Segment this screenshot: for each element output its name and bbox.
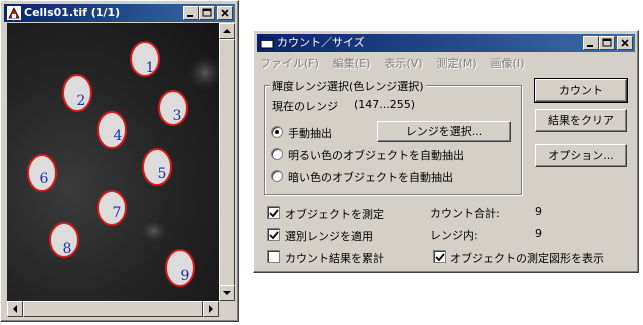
checkmark-icon [435,253,445,262]
arrow-left-icon [13,305,17,313]
cell-label-8: 8 [62,241,72,257]
menu-bar: ファイル(F) 編集(E) 表示(V) 測定(M) 画像(I) [260,55,524,73]
cell-label-9: 9 [180,268,190,284]
checkbox-apply-range-label[interactable]: 選別レンジを適用 [285,228,373,244]
arrow-down-icon [223,291,231,295]
clear-results-button[interactable]: 結果をクリア [535,109,627,132]
checkbox-show-outlines-label[interactable]: オブジェクトの測定図形を表示 [450,250,604,266]
close-button[interactable] [217,6,233,20]
minimize-button[interactable] [183,6,199,20]
menu-image[interactable]: 画像(I) [491,55,525,73]
select-range-button[interactable]: レンジを選択... [377,121,511,142]
checkbox-show-outlines[interactable] [433,250,446,263]
cell-image [27,41,219,287]
minimize-icon [187,15,193,17]
cell-image-canvas[interactable]: 1 2 3 4 5 6 7 8 9 [7,23,219,301]
options-button[interactable]: オプション... [535,144,627,167]
current-range-value: (147...255) [354,98,416,111]
minimize-icon [587,45,593,47]
minimize-button[interactable] [583,36,599,50]
window-icon [260,37,274,49]
horizontal-scrollbar[interactable] [7,301,219,317]
count-window-title: カウント／サイズ [277,36,365,49]
options-button-label: オプション... [548,149,614,162]
menu-view[interactable]: 表示(V) [384,55,422,73]
cell-label-7: 7 [112,205,122,221]
total-count-label: カウント合計: [430,207,500,220]
count-size-window: カウント／サイズ ファイル(F) 編集(E) 表示(V) 測定(M) 画像(I)… [253,30,639,273]
checkbox-apply-range[interactable] [267,228,280,241]
maximize-icon [202,8,212,17]
select-range-button-label: レンジを選択... [405,125,483,138]
radio-auto-bright[interactable] [271,148,283,160]
arrow-up-icon [223,29,231,33]
maximize-button[interactable] [599,36,615,50]
close-button[interactable] [617,36,633,50]
cell-label-4: 4 [113,128,123,144]
checkmark-icon [269,209,279,218]
cell-label-6: 6 [39,171,49,187]
arrow-right-icon [209,305,213,313]
clear-results-button-label: 結果をクリア [548,114,614,127]
checkbox-accumulate[interactable] [267,250,280,263]
cell-label-5: 5 [157,166,167,182]
checkbox-accumulate-label[interactable]: カウント結果を累計 [285,250,384,266]
count-button-label: カウント [559,84,603,97]
radio-manual[interactable] [271,126,283,138]
cell-label-3: 3 [172,108,182,124]
checkmark-icon [269,231,279,240]
radio-auto-bright-label[interactable]: 明るい色のオブジェクトを自動抽出 [288,147,464,163]
in-range-label: レンジ内: [430,229,478,242]
vertical-scrollbar[interactable] [219,23,235,301]
radio-auto-dark[interactable] [271,170,283,182]
menu-file[interactable]: ファイル(F) [260,55,319,73]
app-icon [7,6,21,20]
count-button[interactable]: カウント [534,78,628,103]
menu-edit[interactable]: 編集(E) [333,55,371,73]
radio-auto-dark-label[interactable]: 暗い色のオブジェクトを自動抽出 [288,169,453,185]
scroll-left-button[interactable] [7,301,23,317]
close-icon [621,39,629,47]
current-range-label: 現在のレンジ [272,100,338,113]
vertical-scroll-thumb[interactable] [219,39,235,287]
image-window: Cells01.tif (1/1) 1 2 3 4 5 6 7 8 9 [0,0,239,322]
count-window-titlebar[interactable]: カウント／サイズ [257,34,635,52]
image-window-titlebar[interactable]: Cells01.tif (1/1) [4,4,235,22]
horizontal-scroll-thumb[interactable] [23,301,203,317]
maximize-icon [602,38,612,47]
menu-measure[interactable]: 測定(M) [437,55,477,73]
scroll-up-button[interactable] [219,23,235,39]
maximize-button[interactable] [199,6,215,20]
range-select-group-title: 輝度レンジ選択(色レンジ選択) [270,78,426,94]
checkbox-measure-objects[interactable] [267,206,280,219]
radio-manual-label[interactable]: 手動抽出 [288,125,332,141]
close-icon [221,9,229,17]
cell-label-2: 2 [76,93,86,109]
scroll-right-button[interactable] [203,301,219,317]
in-range-value: 9 [535,227,542,240]
scroll-down-button[interactable] [219,285,235,301]
cell-label-1: 1 [145,60,155,76]
image-window-title: Cells01.tif (1/1) [24,6,121,19]
checkbox-measure-objects-label[interactable]: オブジェクトを測定 [285,206,384,222]
total-count-value: 9 [535,205,542,218]
size-grip[interactable] [219,301,235,317]
